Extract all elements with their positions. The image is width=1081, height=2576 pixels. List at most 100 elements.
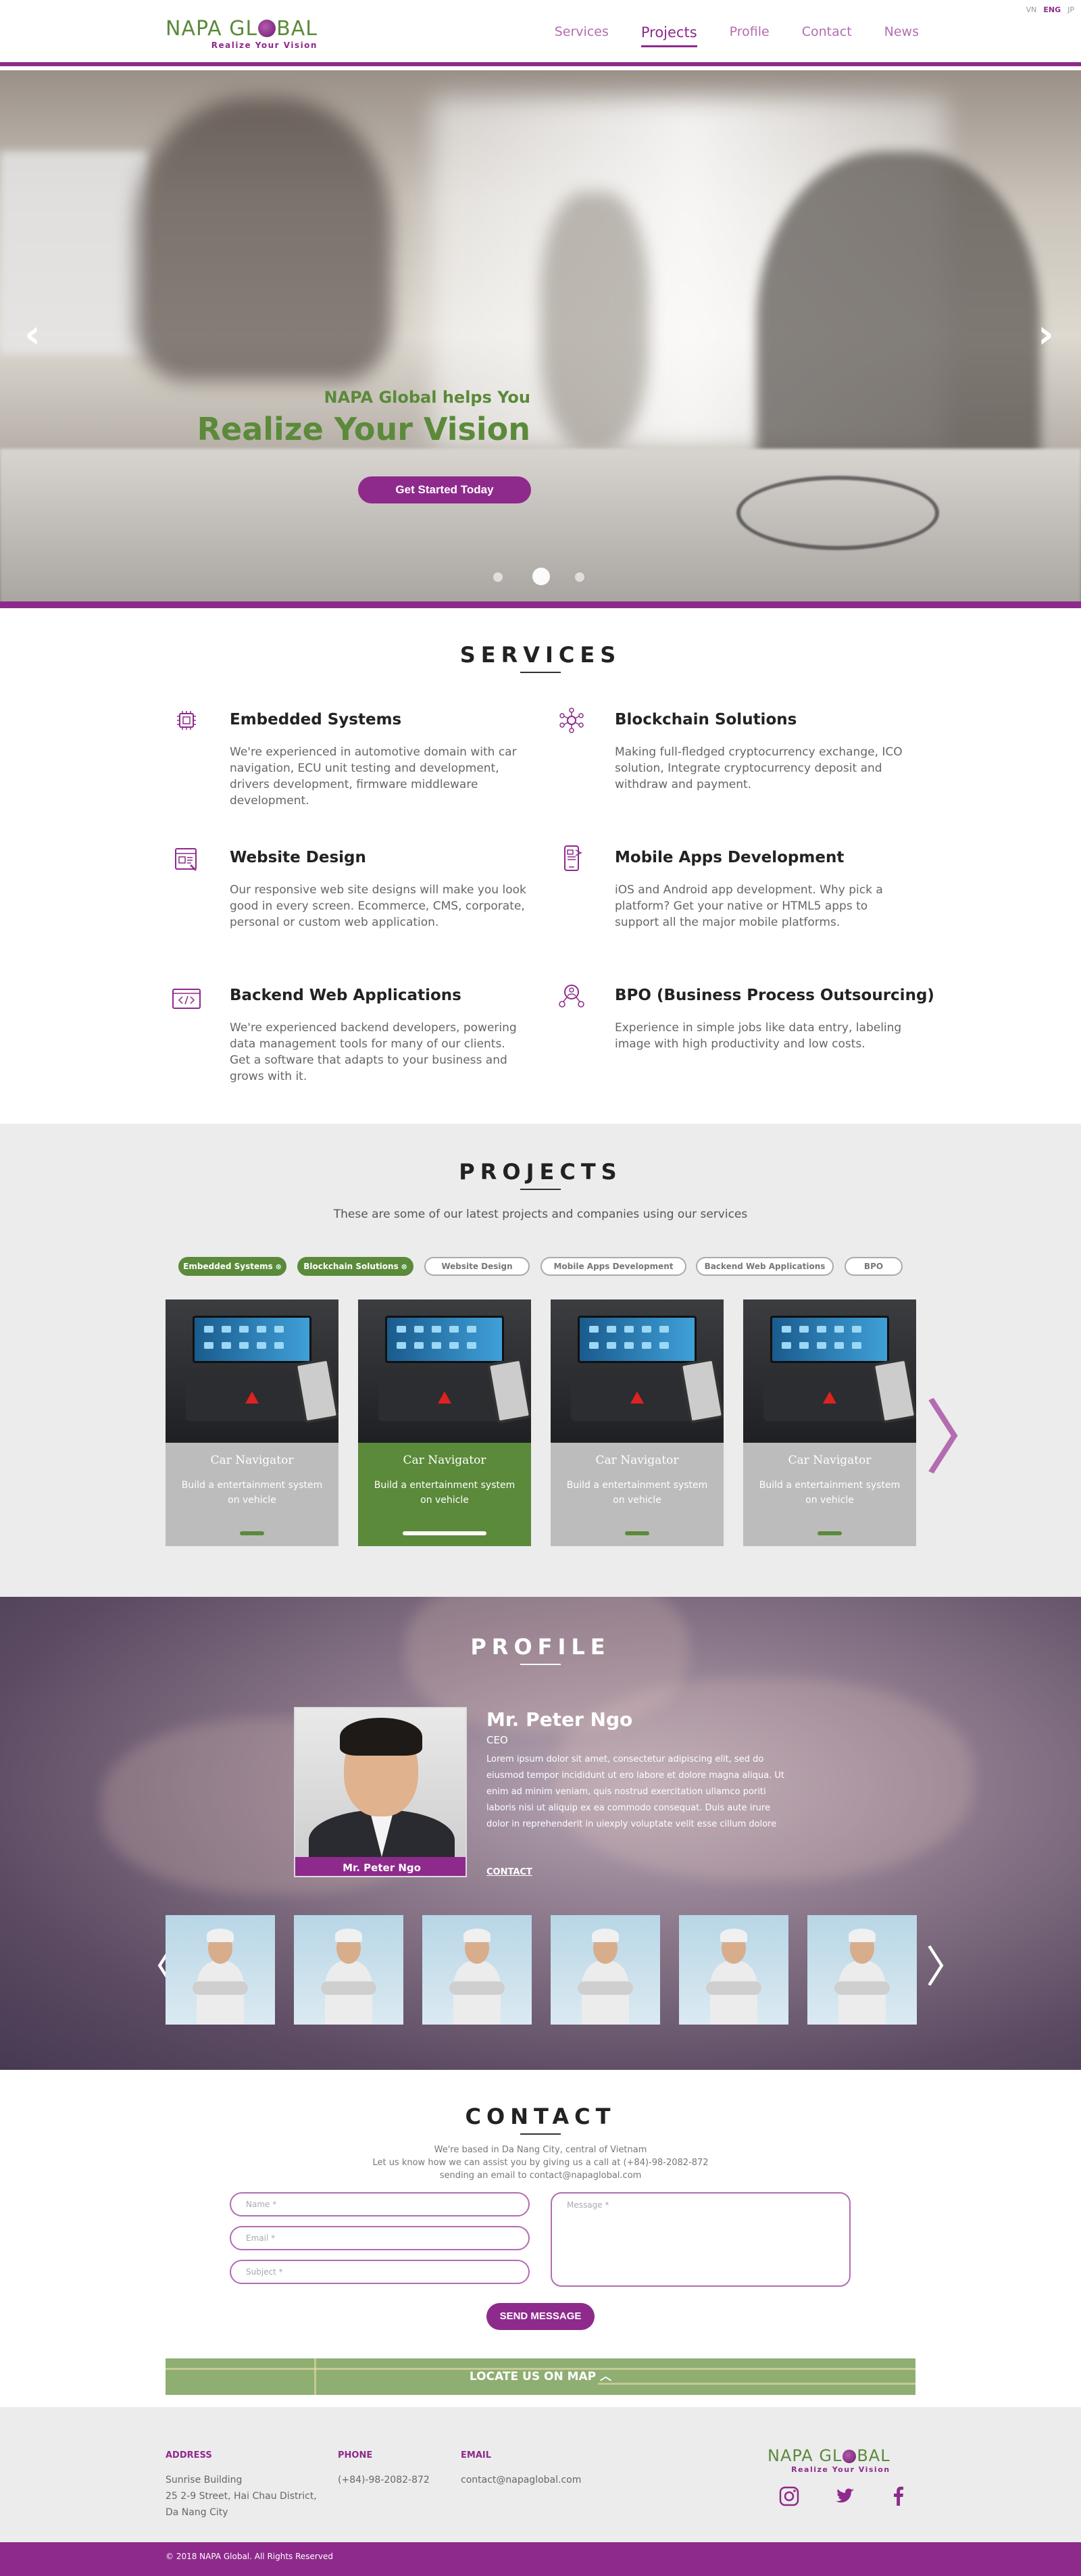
slider-dot-2-active[interactable] xyxy=(532,568,550,585)
lang-jp[interactable]: JP xyxy=(1067,5,1074,14)
project-image xyxy=(743,1299,916,1443)
subject-field[interactable]: Subject * xyxy=(230,2260,530,2284)
map-toggle-bar[interactable]: LOCATE US ON MAP ︿ xyxy=(166,2358,915,2395)
profile-contact-link[interactable]: CONTACT xyxy=(486,1867,532,1877)
project-name: Car Navigator xyxy=(210,1454,294,1467)
slider-dot-1[interactable] xyxy=(493,572,503,582)
team-member-thumb[interactable] xyxy=(807,1915,917,2025)
hero-subtitle: NAPA Global helps You xyxy=(324,388,530,407)
team-member-thumb[interactable] xyxy=(422,1915,532,2025)
profile-role: CEO xyxy=(486,1734,508,1746)
project-name: Car Navigator xyxy=(788,1454,872,1467)
footer-email-label: EMAIL xyxy=(461,2450,491,2460)
nav-projects[interactable]: Projects xyxy=(640,24,697,47)
project-image xyxy=(358,1299,531,1443)
logo[interactable]: NAPA GL BAL Realize Your Vision xyxy=(166,17,318,50)
team-member-thumb[interactable] xyxy=(679,1915,788,2025)
bpo-icon xyxy=(559,985,584,1008)
nav-contact[interactable]: Contact xyxy=(802,24,852,41)
map-toggle-label: LOCATE US ON MAP ︿ xyxy=(469,2370,612,2383)
nav-news[interactable]: News xyxy=(884,24,919,41)
lang-eng[interactable]: ENG xyxy=(1043,5,1061,14)
profile-name: Mr. Peter Ngo xyxy=(486,1708,633,1731)
project-card[interactable]: Car Navigator Build a entertainment syst… xyxy=(743,1299,916,1546)
project-image xyxy=(166,1299,338,1443)
projects-next-arrow-icon[interactable]: 〉 xyxy=(924,1399,1005,1480)
services-title: SERVICES xyxy=(0,642,1081,673)
project-desc: Build a entertainment system on vehicle xyxy=(759,1480,901,1506)
service-desc-embedded: We're experienced in automotive domain w… xyxy=(230,745,517,808)
project-bar xyxy=(240,1531,264,1535)
project-bar xyxy=(818,1531,842,1535)
filter-mobile-apps[interactable]: Mobile Apps Development xyxy=(540,1257,686,1276)
copyright-bar: © 2018 NAPA Global. All Rights Reserved xyxy=(0,2542,1081,2576)
service-desc-bpo: Experience in simple jobs like data entr… xyxy=(615,1021,902,1051)
filter-blockchain-solutions[interactable]: Blockchain Solutions xyxy=(297,1257,413,1276)
project-desc: Build a entertainment system on vehicle xyxy=(181,1480,323,1506)
contact-info-line: Let us know how we can assist you by giv… xyxy=(372,2158,709,2168)
service-title-blockchain: Blockchain Solutions xyxy=(615,711,797,728)
service-title-embedded: Embedded Systems xyxy=(230,711,402,728)
service-title-bpo: BPO (Business Process Outsourcing) xyxy=(615,987,934,1004)
project-image xyxy=(551,1299,724,1443)
footer-phone-label: PHONE xyxy=(338,2450,373,2460)
profile-title: PROFILE xyxy=(0,1634,1081,1665)
hero-title: Realize Your Vision xyxy=(197,411,530,447)
project-card[interactable]: Car Navigator Build a entertainment syst… xyxy=(166,1299,338,1546)
filter-website-design[interactable]: Website Design xyxy=(424,1257,530,1276)
site-header: NAPA GL BAL Realize Your Vision Services … xyxy=(0,0,1081,66)
project-desc: Build a entertainment system on vehicle xyxy=(374,1480,516,1506)
service-desc-web: Our responsive web site designs will mak… xyxy=(230,883,526,929)
footer-logo[interactable]: NAPA GL BAL Realize Your Vision xyxy=(768,2448,890,2473)
facebook-icon[interactable] xyxy=(886,2484,911,2508)
service-desc-backend: We're experienced backend developers, po… xyxy=(230,1021,517,1083)
slider-dot-3[interactable] xyxy=(575,572,584,582)
footer-phone[interactable]: (+84)-98-2082-872 xyxy=(338,2472,430,2488)
team-member-thumb[interactable] xyxy=(166,1915,275,2025)
project-bar xyxy=(403,1531,486,1535)
email-field[interactable]: Email * xyxy=(230,2226,530,2250)
contact-info-line: sending an email to contact@napaglobal.c… xyxy=(439,2171,642,2181)
copyright-text: © 2018 NAPA Global. All Rights Reserved xyxy=(166,2552,333,2561)
project-bar xyxy=(625,1531,649,1535)
project-desc: Build a entertainment system on vehicle xyxy=(566,1480,708,1506)
profile-next-arrow-icon[interactable]: 〉 xyxy=(926,1946,969,1989)
team-member-thumb[interactable] xyxy=(294,1915,403,2025)
send-message-button[interactable]: SEND MESSAGE xyxy=(486,2303,595,2330)
filter-backend-web[interactable]: Backend Web Applications xyxy=(696,1257,834,1276)
nav-profile[interactable]: Profile xyxy=(730,24,770,41)
hero-glasses xyxy=(736,476,939,550)
contact-info: We're based in Da Nang City, central of … xyxy=(0,2144,1081,2182)
hero-slider: ‹ › NAPA Global helps You Realize Your V… xyxy=(0,70,1081,601)
logo-text-right: BAL xyxy=(857,2446,890,2465)
message-field[interactable]: Message * xyxy=(551,2192,851,2287)
profile-photo-caption: Mr. Peter Ngo xyxy=(295,1857,466,1876)
nav-services[interactable]: Services xyxy=(555,24,609,41)
hero-next-arrow-icon[interactable]: › xyxy=(1032,314,1059,354)
project-card[interactable]: Car Navigator Build a entertainment syst… xyxy=(551,1299,724,1546)
hero-bottom-strip xyxy=(0,601,1081,608)
logo-tagline: Realize Your Vision xyxy=(791,2465,890,2474)
get-started-button[interactable]: Get Started Today xyxy=(358,476,531,503)
hero-prev-arrow-icon[interactable]: ‹ xyxy=(19,314,46,354)
name-field[interactable]: Name * xyxy=(230,2192,530,2216)
projects-title: PROJECTS xyxy=(0,1159,1081,1190)
footer-email[interactable]: contact@napaglobal.com xyxy=(461,2472,581,2488)
service-title-mobile: Mobile Apps Development xyxy=(615,849,845,866)
service-title-backend: Backend Web Applications xyxy=(230,987,461,1004)
lang-vn[interactable]: VN xyxy=(1026,5,1037,14)
footer-address-line: Sunrise Building xyxy=(166,2475,243,2485)
logo-text-left: NAPA GL xyxy=(166,17,258,41)
project-card-active[interactable]: Car Navigator Build a entertainment syst… xyxy=(358,1299,531,1546)
hero-person-left xyxy=(135,97,392,381)
filter-embedded-systems[interactable]: Embedded Systems xyxy=(178,1257,286,1276)
service-desc-blockchain: Making full-fledged cryptocurrency excha… xyxy=(615,745,903,791)
team-member-thumb[interactable] xyxy=(551,1915,660,2025)
main-nav: Services Projects Profile Contact News xyxy=(555,24,919,47)
filter-bpo[interactable]: BPO xyxy=(845,1257,903,1276)
logo-text-left: NAPA GL xyxy=(768,2446,843,2465)
footer-address-label: ADDRESS xyxy=(166,2450,212,2460)
twitter-icon[interactable] xyxy=(832,2484,857,2508)
instagram-icon[interactable] xyxy=(777,2484,801,2508)
language-switcher: VN ENG JP xyxy=(1026,5,1074,14)
